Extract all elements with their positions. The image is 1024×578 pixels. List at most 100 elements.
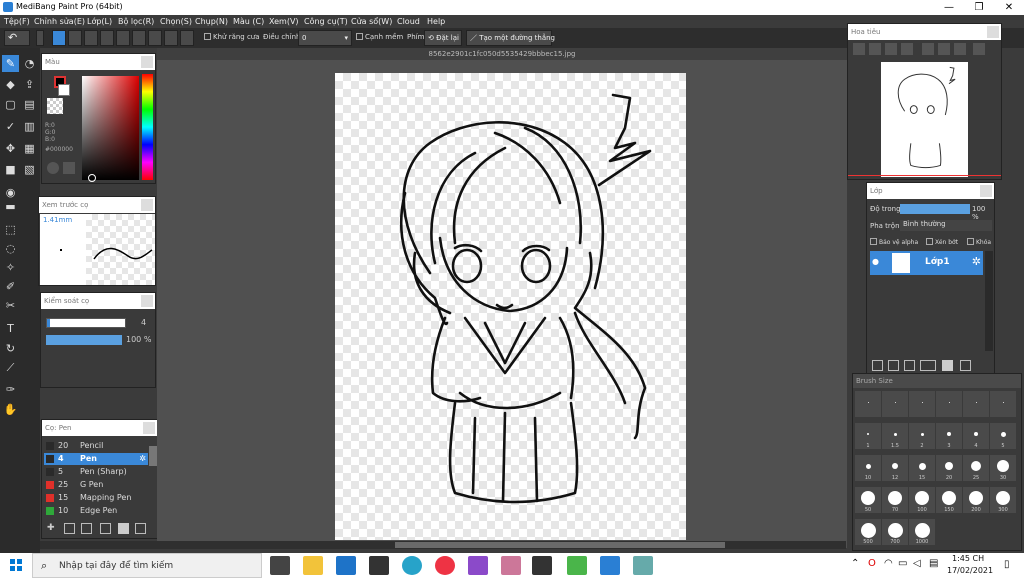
menu-edit[interactable]: Chỉnh sửa(E) bbox=[34, 17, 85, 26]
menu-capture[interactable]: Chụp(N) bbox=[195, 17, 228, 26]
file-explorer-icon[interactable] bbox=[303, 556, 323, 575]
keyboard-icon[interactable]: ▤ bbox=[929, 558, 938, 569]
toolbar-grip[interactable] bbox=[36, 30, 44, 46]
blend-mode-select[interactable]: Bình thường bbox=[900, 220, 992, 231]
minimize-button[interactable]: — bbox=[934, 0, 964, 15]
brush-size-option[interactable]: 3 bbox=[936, 423, 962, 449]
panel-close-icon[interactable] bbox=[141, 295, 153, 307]
layer-row[interactable]: ● Lớp1 ✲ bbox=[870, 251, 983, 275]
mail-icon[interactable] bbox=[336, 556, 356, 575]
correction-select[interactable]: 0 ▾ bbox=[298, 30, 352, 46]
straight-line-button[interactable]: ／ Tạo một đường thẳng bbox=[466, 30, 555, 46]
brush-size-option[interactable]: 2 bbox=[909, 423, 935, 449]
brush-opacity-slider[interactable] bbox=[46, 335, 122, 345]
eraser-tool-icon[interactable]: ◆ bbox=[2, 76, 19, 93]
notification-icon[interactable]: ▯ bbox=[1004, 559, 1010, 570]
page-icon[interactable]: ▥ bbox=[21, 118, 38, 135]
brush-size-option[interactable]: 50 bbox=[855, 487, 881, 513]
brush-size-option[interactable]: 30 bbox=[990, 455, 1016, 481]
delete-brush-icon[interactable] bbox=[135, 523, 146, 534]
gear-icon[interactable]: ✲ bbox=[972, 255, 981, 268]
panel-close-icon[interactable] bbox=[141, 199, 153, 211]
chevron-up-icon[interactable]: ⌃ bbox=[851, 558, 859, 569]
delete-layer-icon[interactable] bbox=[960, 360, 971, 371]
brush-size-option[interactable]: 300 bbox=[990, 487, 1016, 513]
restore-button[interactable]: ❐ bbox=[964, 0, 994, 15]
wifi-icon[interactable]: ◠ bbox=[884, 558, 893, 569]
menu-help[interactable]: Help bbox=[427, 17, 445, 26]
brush-settings-icon[interactable]: ◔ bbox=[21, 55, 38, 72]
brush-size-option[interactable]: 70 bbox=[882, 487, 908, 513]
concentric-icon[interactable] bbox=[132, 30, 146, 46]
layer-menu-icon[interactable]: ▧ bbox=[21, 161, 38, 178]
add-halftone-layer-icon[interactable] bbox=[888, 360, 899, 371]
menu-filter[interactable]: Bộ lọc(R) bbox=[118, 17, 154, 26]
menu-color[interactable]: Màu (C) bbox=[233, 17, 264, 26]
flip-icon[interactable] bbox=[973, 43, 985, 55]
brush-item-edge-pen[interactable]: 10 Edge Pen bbox=[44, 505, 148, 517]
hand-tool-icon[interactable]: ✋ bbox=[2, 401, 19, 418]
brush-size-option[interactable]: 1.5 bbox=[882, 423, 908, 449]
layer-menu-icon[interactable] bbox=[920, 360, 936, 371]
dot-tool-icon[interactable]: ▢ bbox=[2, 96, 19, 113]
menu-view[interactable]: Xem(V) bbox=[269, 17, 299, 26]
panel-close-icon[interactable] bbox=[141, 56, 153, 68]
brush-item-g-pen[interactable]: 25 G Pen bbox=[44, 479, 148, 491]
clipping-checkbox[interactable]: Xén bớt bbox=[926, 238, 958, 246]
brush-size-option[interactable] bbox=[909, 391, 935, 417]
lock-checkbox[interactable]: Khóa bbox=[967, 238, 991, 246]
brush-size-option[interactable]: 150 bbox=[936, 487, 962, 513]
picker-cursor[interactable] bbox=[88, 174, 96, 182]
brush-size-option[interactable]: 20 bbox=[936, 455, 962, 481]
task-view-icon[interactable] bbox=[270, 556, 290, 575]
color-wheel-icon[interactable] bbox=[47, 162, 59, 174]
brush-size-option[interactable]: 10 bbox=[855, 455, 881, 481]
layer-opacity-slider[interactable] bbox=[900, 204, 970, 214]
layer-scrollbar[interactable] bbox=[985, 251, 993, 351]
export-icon[interactable]: ⇪ bbox=[21, 76, 38, 93]
menu-select[interactable]: Chọn(S) bbox=[160, 17, 192, 26]
photos-icon[interactable] bbox=[600, 556, 620, 575]
brush-settings-icon[interactable] bbox=[81, 523, 92, 534]
clock-time[interactable]: 1:45 CH bbox=[952, 554, 984, 563]
symmetry-icon[interactable] bbox=[180, 30, 194, 46]
document-tab[interactable]: 8562e2901c1fc050d5535429bbbec15.jpg bbox=[157, 48, 847, 60]
secondary-color-swatch[interactable] bbox=[58, 84, 70, 96]
zoom-in-icon[interactable] bbox=[853, 43, 865, 55]
menu-file[interactable]: Tệp(F) bbox=[4, 17, 30, 26]
zoom-out-icon[interactable] bbox=[869, 43, 881, 55]
new-brush-icon[interactable] bbox=[64, 523, 75, 534]
brush-size-slider[interactable] bbox=[46, 318, 126, 328]
volume-icon[interactable]: ◁ bbox=[913, 558, 921, 569]
medibang-taskbar-icon[interactable] bbox=[532, 556, 552, 575]
undo-button[interactable]: ↶ bbox=[4, 30, 30, 46]
grid-icon[interactable] bbox=[84, 30, 98, 46]
brush-size-option[interactable] bbox=[936, 391, 962, 417]
drawing-canvas[interactable] bbox=[335, 73, 686, 540]
close-button[interactable]: ✕ bbox=[994, 0, 1024, 15]
menu-cloud[interactable]: Cloud bbox=[397, 17, 420, 26]
brush-item-mapping-pen[interactable]: 15 Mapping Pen bbox=[44, 492, 148, 504]
brush-list-scrollbar[interactable] bbox=[149, 446, 157, 466]
scrollbar-thumb[interactable] bbox=[395, 542, 725, 548]
edge-icon[interactable] bbox=[402, 556, 422, 575]
reset-rotation-icon[interactable] bbox=[954, 43, 966, 55]
app-icon-1[interactable] bbox=[468, 556, 488, 575]
lasso-icon[interactable]: ◌ bbox=[2, 240, 19, 257]
material-icon[interactable]: ▦ bbox=[21, 140, 38, 157]
brush-size-option[interactable]: 700 bbox=[882, 519, 908, 545]
battery-icon[interactable]: ▭ bbox=[898, 558, 907, 569]
brush-size-option[interactable]: 200 bbox=[963, 487, 989, 513]
brush-tool-icon[interactable]: ✎ bbox=[2, 55, 19, 72]
app-icon-2[interactable] bbox=[501, 556, 521, 575]
brush-size-option[interactable]: 1000 bbox=[909, 519, 935, 545]
fill-rect-icon[interactable]: ■ bbox=[2, 161, 19, 178]
grid-off-icon[interactable] bbox=[52, 30, 66, 46]
select-rect-icon[interactable]: ⬚ bbox=[2, 221, 19, 238]
transform-tool-icon[interactable]: ✥ bbox=[2, 140, 19, 157]
parallel-ruler-icon[interactable] bbox=[68, 30, 82, 46]
duplicate-layer-icon[interactable] bbox=[904, 360, 915, 371]
panel-close-icon[interactable] bbox=[980, 185, 992, 197]
gear-icon[interactable]: ✲ bbox=[139, 453, 146, 465]
ellipse-ruler-icon[interactable] bbox=[148, 30, 162, 46]
